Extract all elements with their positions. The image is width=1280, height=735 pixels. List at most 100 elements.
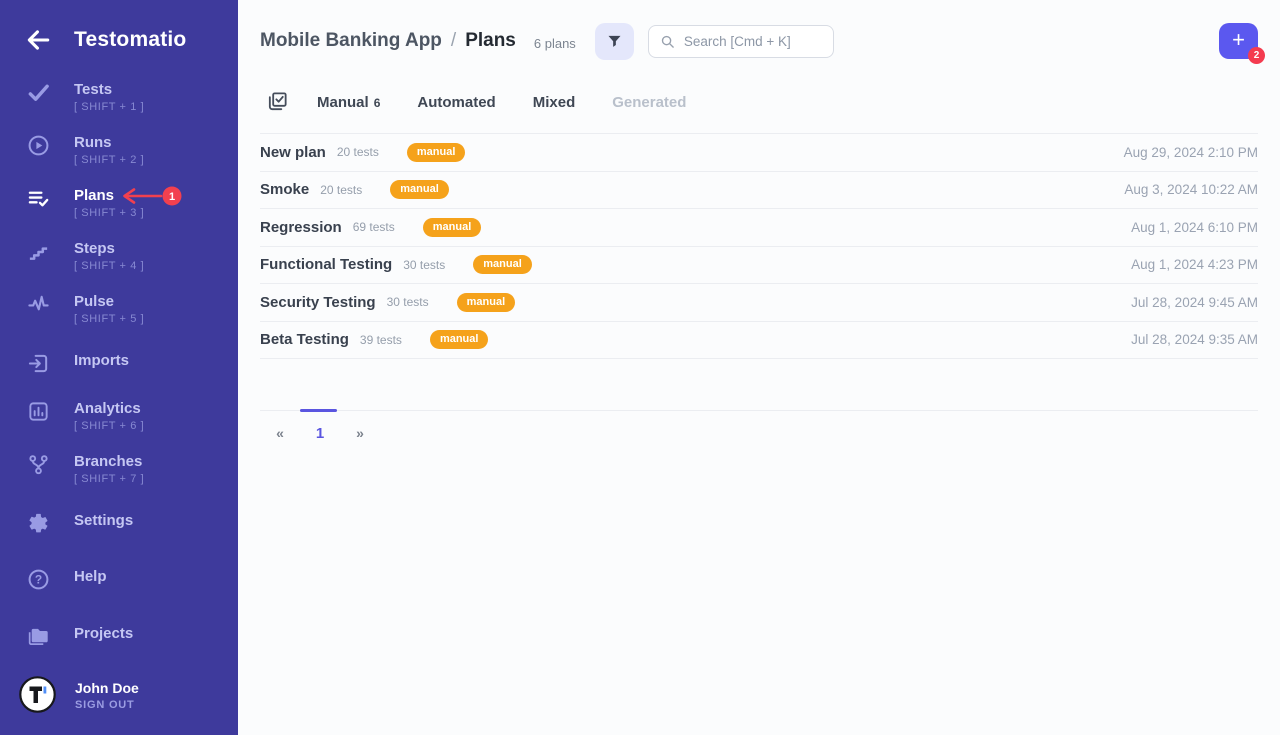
breadcrumb: Mobile Banking App / Plans bbox=[260, 30, 516, 52]
breadcrumb-project[interactable]: Mobile Banking App bbox=[260, 30, 442, 52]
tab-automated[interactable]: Automated bbox=[417, 94, 495, 111]
select-all-icon[interactable] bbox=[266, 90, 290, 114]
plan-row-beta-testing[interactable]: Beta Testing 39 tests manual Jul 28, 202… bbox=[260, 322, 1258, 360]
sidebar-item-label: Branches bbox=[74, 452, 144, 471]
tutorial-arrow-annotation: 1 bbox=[112, 184, 184, 208]
pulse-icon bbox=[26, 292, 50, 316]
sidebar-item-label: Pulse bbox=[74, 292, 144, 311]
sidebar-item-projects[interactable]: Projects bbox=[0, 624, 238, 648]
plans-count: 6 plans bbox=[534, 36, 576, 51]
search-input[interactable] bbox=[684, 34, 822, 49]
plan-title: Beta Testing bbox=[260, 331, 349, 348]
plan-tests-count: 20 tests bbox=[320, 183, 362, 197]
sidebar-item-runs[interactable]: Runs [ SHIFT + 2 ] bbox=[0, 133, 238, 168]
sidebar-item-help[interactable]: ? Help bbox=[0, 567, 238, 591]
sidebar-nav: Tests [ SHIFT + 1 ] Runs [ SHIFT + 2 ] P… bbox=[0, 80, 238, 559]
breadcrumb-separator: / bbox=[451, 30, 456, 52]
sidebar-item-branches[interactable]: Branches [ SHIFT + 7 ] bbox=[0, 452, 238, 487]
sidebar-footer: ? Help Projects John Doe SIGN OUT bbox=[0, 561, 238, 735]
play-circle-icon bbox=[26, 133, 50, 157]
add-button-wrap: + 2 bbox=[1219, 23, 1258, 59]
svg-text:?: ? bbox=[34, 572, 41, 586]
plan-type-badge: manual bbox=[407, 143, 466, 162]
sign-out-link[interactable]: SIGN OUT bbox=[75, 699, 139, 711]
plan-title: New plan bbox=[260, 144, 326, 161]
plan-tests-count: 39 tests bbox=[360, 333, 402, 347]
main-content: Mobile Banking App / Plans 6 plans + 2 M… bbox=[238, 0, 1280, 735]
sidebar-item-shortcut: [ SHIFT + 4 ] bbox=[74, 259, 144, 274]
sidebar-item-label: Help bbox=[74, 567, 107, 586]
plan-row-regression[interactable]: Regression 69 tests manual Aug 1, 2024 6… bbox=[260, 209, 1258, 247]
plan-tests-count: 30 tests bbox=[403, 258, 445, 272]
plan-row-smoke[interactable]: Smoke 20 tests manual Aug 3, 2024 10:22 … bbox=[260, 172, 1258, 210]
folder-icon bbox=[26, 624, 50, 648]
tabs: Manual 6 Automated Mixed Generated bbox=[317, 94, 723, 111]
pagination-divider bbox=[260, 410, 1258, 411]
sidebar-item-plans[interactable]: Plans [ SHIFT + 3 ] 1 bbox=[0, 186, 238, 221]
pagination-controls: « 1 » bbox=[260, 425, 1258, 442]
tab-label: Generated bbox=[612, 94, 686, 111]
topbar: Mobile Banking App / Plans 6 plans + 2 bbox=[260, 22, 1258, 60]
sidebar-item-label: Runs bbox=[74, 133, 144, 152]
plan-date: Aug 1, 2024 6:10 PM bbox=[1131, 220, 1258, 235]
plan-row-security-testing[interactable]: Security Testing 30 tests manual Jul 28,… bbox=[260, 284, 1258, 322]
tab-label: Automated bbox=[417, 94, 495, 111]
sidebar-item-shortcut: [ SHIFT + 5 ] bbox=[74, 312, 144, 327]
plan-type-badge: manual bbox=[390, 180, 449, 199]
pagination-prev-button[interactable]: « bbox=[260, 425, 300, 442]
sidebar-item-shortcut: [ SHIFT + 7 ] bbox=[74, 472, 144, 487]
sidebar-item-shortcut: [ SHIFT + 3 ] bbox=[74, 206, 144, 221]
search-icon bbox=[660, 34, 675, 49]
filter-button[interactable] bbox=[595, 23, 634, 60]
sidebar-item-label: Tests bbox=[74, 80, 144, 99]
plan-type-badge: manual bbox=[423, 218, 482, 237]
tabs-row: Manual 6 Automated Mixed Generated bbox=[260, 90, 1258, 114]
sidebar-item-settings[interactable]: Settings bbox=[0, 511, 238, 535]
plan-row-functional-testing[interactable]: Functional Testing 30 tests manual Aug 1… bbox=[260, 247, 1258, 285]
tab-generated[interactable]: Generated bbox=[612, 94, 686, 111]
add-button-badge: 2 bbox=[1248, 47, 1265, 64]
plan-tests-count: 20 tests bbox=[337, 145, 379, 159]
tab-count: 6 bbox=[374, 96, 381, 110]
sidebar-item-tests[interactable]: Tests [ SHIFT + 1 ] bbox=[0, 80, 238, 115]
user-name: John Doe bbox=[75, 679, 139, 697]
page-title: Plans bbox=[465, 30, 516, 52]
active-page-indicator bbox=[300, 409, 337, 412]
sidebar-footer-nav: ? Help Projects bbox=[0, 561, 238, 648]
back-arrow-icon[interactable] bbox=[25, 27, 51, 53]
sidebar-brand-row: Testomatio bbox=[0, 0, 238, 53]
sidebar-item-shortcut: [ SHIFT + 1 ] bbox=[74, 100, 144, 115]
plan-date: Jul 28, 2024 9:35 AM bbox=[1131, 332, 1258, 347]
steps-icon bbox=[26, 239, 50, 263]
tab-label: Mixed bbox=[533, 94, 576, 111]
app-logo-title: Testomatio bbox=[74, 28, 186, 52]
sidebar-item-analytics[interactable]: Analytics [ SHIFT + 6 ] bbox=[0, 399, 238, 434]
sidebar-item-label: Analytics bbox=[74, 399, 144, 418]
plans-list: New plan 20 tests manual Aug 29, 2024 2:… bbox=[260, 133, 1258, 359]
tab-label: Manual bbox=[317, 94, 369, 111]
tab-manual[interactable]: Manual 6 bbox=[317, 94, 380, 111]
sidebar-item-pulse[interactable]: Pulse [ SHIFT + 5 ] bbox=[0, 292, 238, 327]
plan-tests-count: 69 tests bbox=[353, 220, 395, 234]
plan-date: Aug 1, 2024 4:23 PM bbox=[1131, 257, 1258, 272]
plan-title: Security Testing bbox=[260, 294, 376, 311]
tab-mixed[interactable]: Mixed bbox=[533, 94, 576, 111]
pagination: « 1 » bbox=[260, 410, 1258, 442]
sidebar-item-shortcut: [ SHIFT + 2 ] bbox=[74, 153, 144, 168]
branch-icon bbox=[26, 452, 50, 476]
plan-title: Regression bbox=[260, 219, 342, 236]
svg-text:1: 1 bbox=[169, 191, 175, 203]
plan-row-new-plan[interactable]: New plan 20 tests manual Aug 29, 2024 2:… bbox=[260, 134, 1258, 172]
sidebar-item-imports[interactable]: Imports bbox=[0, 351, 238, 375]
pagination-page-1[interactable]: 1 bbox=[300, 425, 340, 442]
plan-type-badge: manual bbox=[473, 255, 532, 274]
user-row: John Doe SIGN OUT bbox=[0, 648, 238, 735]
import-icon bbox=[26, 351, 50, 375]
user-avatar-icon bbox=[19, 676, 56, 713]
sidebar-item-steps[interactable]: Steps [ SHIFT + 4 ] bbox=[0, 239, 238, 274]
filter-icon bbox=[606, 33, 623, 50]
plan-date: Aug 3, 2024 10:22 AM bbox=[1124, 182, 1258, 197]
gear-icon bbox=[26, 511, 50, 535]
pagination-next-button[interactable]: » bbox=[340, 425, 380, 442]
sidebar-item-label: Projects bbox=[74, 624, 133, 643]
